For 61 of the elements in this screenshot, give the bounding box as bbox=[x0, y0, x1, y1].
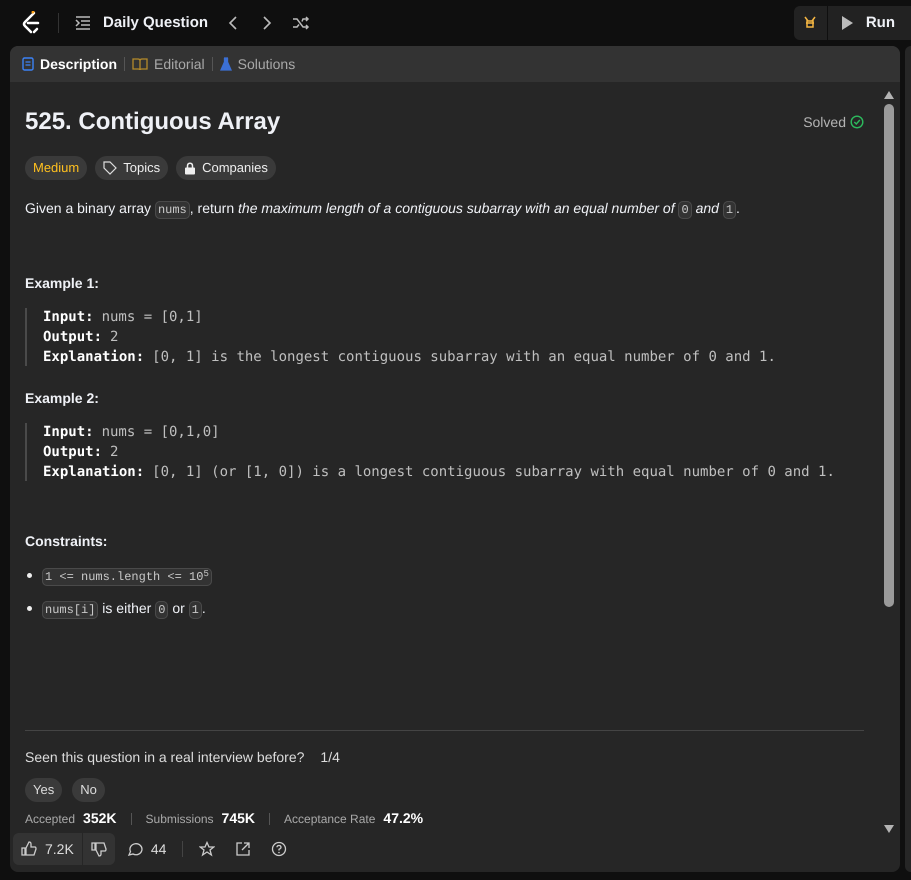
constraint-text: 1 <= nums.length <= 10$^{5}$ bbox=[42, 565, 212, 586]
play-icon bbox=[840, 15, 854, 31]
answer-button[interactable]: No bbox=[72, 778, 105, 802]
topics-tag[interactable]: Topics bbox=[95, 156, 168, 180]
book-icon bbox=[132, 58, 148, 70]
example-value: nums = [0,1,0] bbox=[102, 423, 220, 441]
check-circle-icon bbox=[850, 115, 864, 129]
example-label: Input: bbox=[43, 308, 94, 326]
interview-count: 1/4 bbox=[320, 748, 340, 767]
constraint-text: nums[i] is either 0 or 1 . bbox=[42, 598, 206, 619]
chevron-right-icon[interactable] bbox=[262, 15, 272, 31]
tag-icon bbox=[103, 161, 118, 175]
tab[interactable]: Editorial bbox=[132, 54, 205, 74]
scroll-down-icon[interactable] bbox=[883, 824, 895, 834]
document-icon bbox=[22, 57, 34, 71]
bullet bbox=[27, 573, 32, 578]
stat-value: 352K bbox=[83, 809, 117, 828]
tab[interactable]: Description bbox=[22, 54, 118, 74]
share-icon[interactable] bbox=[235, 841, 252, 857]
thumbs-down-icon bbox=[90, 841, 107, 857]
stat-value: 47.2% bbox=[383, 809, 424, 828]
example-label: Output: bbox=[43, 443, 102, 461]
interview-question: Seen this question in a real interview before? bbox=[25, 748, 304, 767]
example-heading: Example 1: bbox=[25, 274, 100, 293]
example-label: Input: bbox=[43, 423, 94, 441]
stat-value: 745K bbox=[222, 809, 256, 828]
stat-label: Accepted bbox=[25, 810, 76, 828]
tab[interactable]: Solutions bbox=[220, 54, 296, 74]
help-icon[interactable] bbox=[271, 841, 288, 857]
shuffle-icon[interactable] bbox=[292, 16, 310, 30]
flask-icon bbox=[220, 57, 232, 71]
thumbs-up-icon bbox=[21, 841, 37, 857]
bug-icon bbox=[802, 15, 818, 31]
example-value: [0, 1] is the longest contiguous subarray with an equal number of 0 and 1. bbox=[152, 348, 776, 366]
example-heading: Example 2: bbox=[25, 389, 100, 408]
problem-title: 525. Contiguous Array bbox=[25, 107, 280, 137]
lock-icon bbox=[184, 162, 196, 174]
daily-question-link[interactable]: Daily Question bbox=[103, 12, 208, 34]
bullet bbox=[27, 606, 32, 611]
example-value: [0, 1] (or [1, 0]) is a longest contiguous subarray with equal number of 0 and 1. bbox=[152, 463, 835, 481]
example-label: Explanation: bbox=[43, 463, 144, 481]
chevron-left-icon[interactable] bbox=[228, 15, 238, 31]
comment-icon bbox=[126, 841, 143, 857]
list-icon[interactable] bbox=[75, 16, 91, 30]
example-value: nums = [0,1] bbox=[102, 308, 203, 326]
logo-icon[interactable] bbox=[20, 11, 42, 35]
star-icon[interactable] bbox=[199, 841, 216, 857]
scroll-up-icon[interactable] bbox=[883, 90, 895, 100]
companies-tag[interactable]: Companies bbox=[176, 156, 276, 180]
example-label: Explanation: bbox=[43, 348, 144, 366]
stat-label: Acceptance Rate bbox=[284, 810, 376, 828]
answer-button[interactable]: Yes bbox=[25, 778, 62, 802]
example-value: 2 bbox=[110, 443, 118, 461]
problem-description: Given a binary array nums , return the maximum length of a contiguous subarray with an equal number of 0 and 1 . bbox=[25, 199, 741, 221]
comments-button[interactable]: 44 bbox=[126, 838, 166, 860]
difficulty-badge[interactable]: Medium bbox=[25, 156, 88, 180]
stat-label: Submissions bbox=[146, 810, 214, 828]
example-value: 2 bbox=[110, 328, 118, 346]
solved-status: Solved bbox=[803, 112, 846, 132]
example-label: Output: bbox=[43, 328, 102, 346]
constraints-heading: Constraints: bbox=[25, 532, 108, 551]
